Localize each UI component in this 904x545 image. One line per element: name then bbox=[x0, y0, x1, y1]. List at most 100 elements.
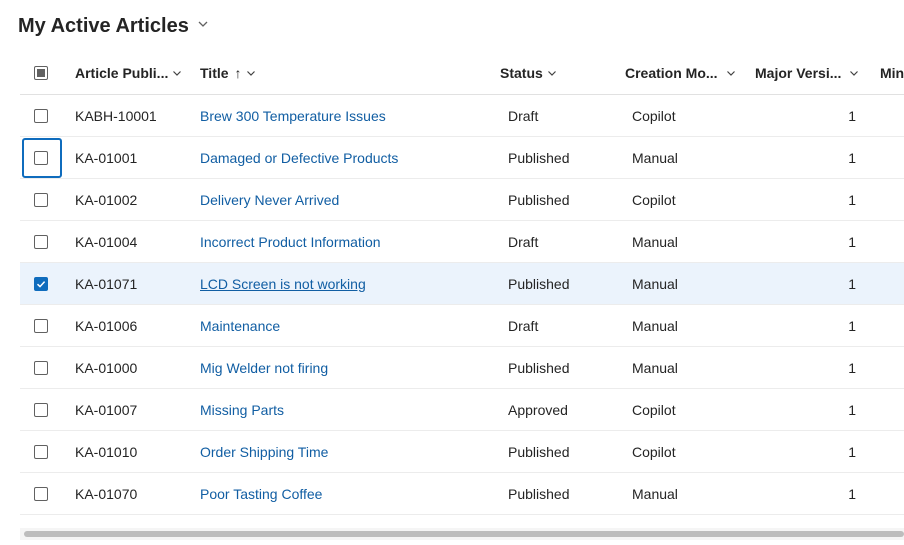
title-cell: Delivery Never Arrived bbox=[200, 179, 339, 220]
creation-mode-cell: Manual bbox=[632, 233, 678, 250]
article-title-link[interactable]: Poor Tasting Coffee bbox=[200, 486, 322, 502]
table-row[interactable]: KA-01006 Maintenance Draft Manual 1 bbox=[20, 305, 904, 347]
creation-mode-cell: Manual bbox=[632, 359, 678, 376]
horizontal-scrollbar-thumb[interactable] bbox=[24, 531, 904, 537]
title-cell: LCD Screen is not working bbox=[200, 263, 366, 304]
status-cell: Published bbox=[508, 359, 570, 376]
article-title-link[interactable]: Mig Welder not firing bbox=[200, 360, 328, 376]
creation-mode-cell: Copilot bbox=[632, 191, 676, 208]
checkbox[interactable] bbox=[34, 150, 48, 165]
article-title-link[interactable]: LCD Screen is not working bbox=[200, 276, 366, 292]
checkbox[interactable] bbox=[34, 234, 48, 249]
column-header-major-version[interactable]: Major Versi... bbox=[755, 52, 865, 94]
row-checkbox[interactable] bbox=[34, 137, 48, 178]
title-cell: Mig Welder not firing bbox=[200, 347, 328, 388]
article-title-link[interactable]: Order Shipping Time bbox=[200, 444, 328, 460]
checkbox[interactable] bbox=[34, 486, 48, 501]
article-title-link[interactable]: Maintenance bbox=[200, 318, 280, 334]
chevron-down-icon[interactable] bbox=[849, 65, 859, 81]
row-checkbox[interactable] bbox=[34, 389, 48, 430]
checkmark-icon bbox=[36, 280, 46, 288]
chevron-down-icon[interactable] bbox=[246, 65, 256, 81]
major-version-cell: 1 bbox=[848, 191, 856, 208]
table-row[interactable]: KABH-10001 Brew 300 Temperature Issues D… bbox=[20, 95, 904, 137]
column-label: Major Versi... bbox=[755, 65, 842, 81]
status-cell: Published bbox=[508, 443, 570, 460]
major-version-cell: 1 bbox=[848, 359, 856, 376]
title-cell: Brew 300 Temperature Issues bbox=[200, 95, 386, 136]
sort-ascending-icon: ↑ bbox=[234, 65, 242, 81]
row-checkbox[interactable] bbox=[34, 347, 48, 388]
grid-body: KABH-10001 Brew 300 Temperature Issues D… bbox=[20, 95, 904, 515]
chevron-down-icon[interactable] bbox=[547, 65, 557, 81]
title-cell: Damaged or Defective Products bbox=[200, 137, 398, 178]
creation-mode-cell: Manual bbox=[632, 485, 678, 502]
table-row[interactable]: KA-01010 Order Shipping Time Published C… bbox=[20, 431, 904, 473]
select-all-checkbox[interactable] bbox=[34, 52, 48, 94]
table-row[interactable]: KA-01001 Damaged or Defective Products P… bbox=[20, 137, 904, 179]
major-version-cell: 1 bbox=[848, 443, 856, 460]
select-all-box[interactable] bbox=[34, 66, 48, 80]
major-version-cell: 1 bbox=[848, 107, 856, 124]
article-number-cell: KA-01007 bbox=[75, 401, 138, 418]
major-version-cell: 1 bbox=[848, 149, 856, 166]
article-title-link[interactable]: Damaged or Defective Products bbox=[200, 150, 398, 166]
title-cell: Missing Parts bbox=[200, 389, 284, 430]
column-header-minor-version[interactable]: Min bbox=[880, 52, 904, 94]
row-checkbox[interactable] bbox=[34, 179, 48, 220]
checkbox[interactable] bbox=[34, 108, 48, 123]
title-cell: Maintenance bbox=[200, 305, 280, 346]
checkbox[interactable] bbox=[34, 276, 48, 291]
article-title-link[interactable]: Missing Parts bbox=[200, 402, 284, 418]
chevron-down-icon[interactable] bbox=[726, 65, 736, 81]
article-title-link[interactable]: Incorrect Product Information bbox=[200, 234, 381, 250]
checkbox[interactable] bbox=[34, 192, 48, 207]
grid-header-row: Article Publi... Title ↑ Status Creation… bbox=[20, 52, 904, 95]
status-cell: Approved bbox=[508, 401, 568, 418]
article-number-cell: KA-01000 bbox=[75, 359, 138, 376]
column-header-status[interactable]: Status bbox=[500, 52, 610, 94]
table-row[interactable]: KA-01071 LCD Screen is not working Publi… bbox=[20, 263, 904, 305]
article-number-cell: KA-01004 bbox=[75, 233, 138, 250]
row-checkbox[interactable] bbox=[34, 473, 48, 514]
article-title-link[interactable]: Delivery Never Arrived bbox=[200, 192, 339, 208]
major-version-cell: 1 bbox=[848, 401, 856, 418]
row-checkbox[interactable] bbox=[34, 221, 48, 262]
article-number-cell: KA-01002 bbox=[75, 191, 138, 208]
article-number-cell: KA-01006 bbox=[75, 317, 138, 334]
row-checkbox[interactable] bbox=[34, 305, 48, 346]
article-title-link[interactable]: Brew 300 Temperature Issues bbox=[200, 108, 386, 124]
checkbox[interactable] bbox=[34, 318, 48, 333]
column-label: Status bbox=[500, 65, 543, 81]
checkbox[interactable] bbox=[34, 360, 48, 375]
creation-mode-cell: Manual bbox=[632, 317, 678, 334]
title-cell: Poor Tasting Coffee bbox=[200, 473, 322, 514]
title-cell: Order Shipping Time bbox=[200, 431, 328, 472]
column-header-title[interactable]: Title ↑ bbox=[200, 52, 400, 94]
row-checkbox[interactable] bbox=[34, 95, 48, 136]
chevron-down-icon[interactable] bbox=[172, 65, 182, 81]
table-row[interactable]: KA-01004 Incorrect Product Information D… bbox=[20, 221, 904, 263]
checkbox[interactable] bbox=[34, 402, 48, 417]
table-row[interactable]: KA-01070 Poor Tasting Coffee Published M… bbox=[20, 473, 904, 515]
table-row[interactable]: KA-01007 Missing Parts Approved Copilot … bbox=[20, 389, 904, 431]
column-header-article-number[interactable]: Article Publi... bbox=[75, 52, 190, 94]
chevron-down-icon[interactable] bbox=[197, 17, 209, 35]
view-selector[interactable]: My Active Articles bbox=[18, 12, 209, 40]
status-cell: Draft bbox=[508, 107, 539, 124]
creation-mode-cell: Copilot bbox=[632, 401, 676, 418]
status-cell: Published bbox=[508, 275, 570, 292]
creation-mode-cell: Manual bbox=[632, 149, 678, 166]
table-row[interactable]: KA-01000 Mig Welder not firing Published… bbox=[20, 347, 904, 389]
major-version-cell: 1 bbox=[848, 317, 856, 334]
column-header-creation-mode[interactable]: Creation Mo... bbox=[625, 52, 743, 94]
table-row[interactable]: KA-01002 Delivery Never Arrived Publishe… bbox=[20, 179, 904, 221]
article-number-cell: KA-01010 bbox=[75, 443, 138, 460]
row-checkbox[interactable] bbox=[34, 431, 48, 472]
row-checkbox[interactable] bbox=[34, 263, 48, 304]
column-label: Article Publi... bbox=[75, 65, 169, 81]
creation-mode-cell: Copilot bbox=[632, 107, 676, 124]
checkbox[interactable] bbox=[34, 444, 48, 459]
creation-mode-cell: Manual bbox=[632, 275, 678, 292]
article-number-cell: KA-01070 bbox=[75, 485, 138, 502]
